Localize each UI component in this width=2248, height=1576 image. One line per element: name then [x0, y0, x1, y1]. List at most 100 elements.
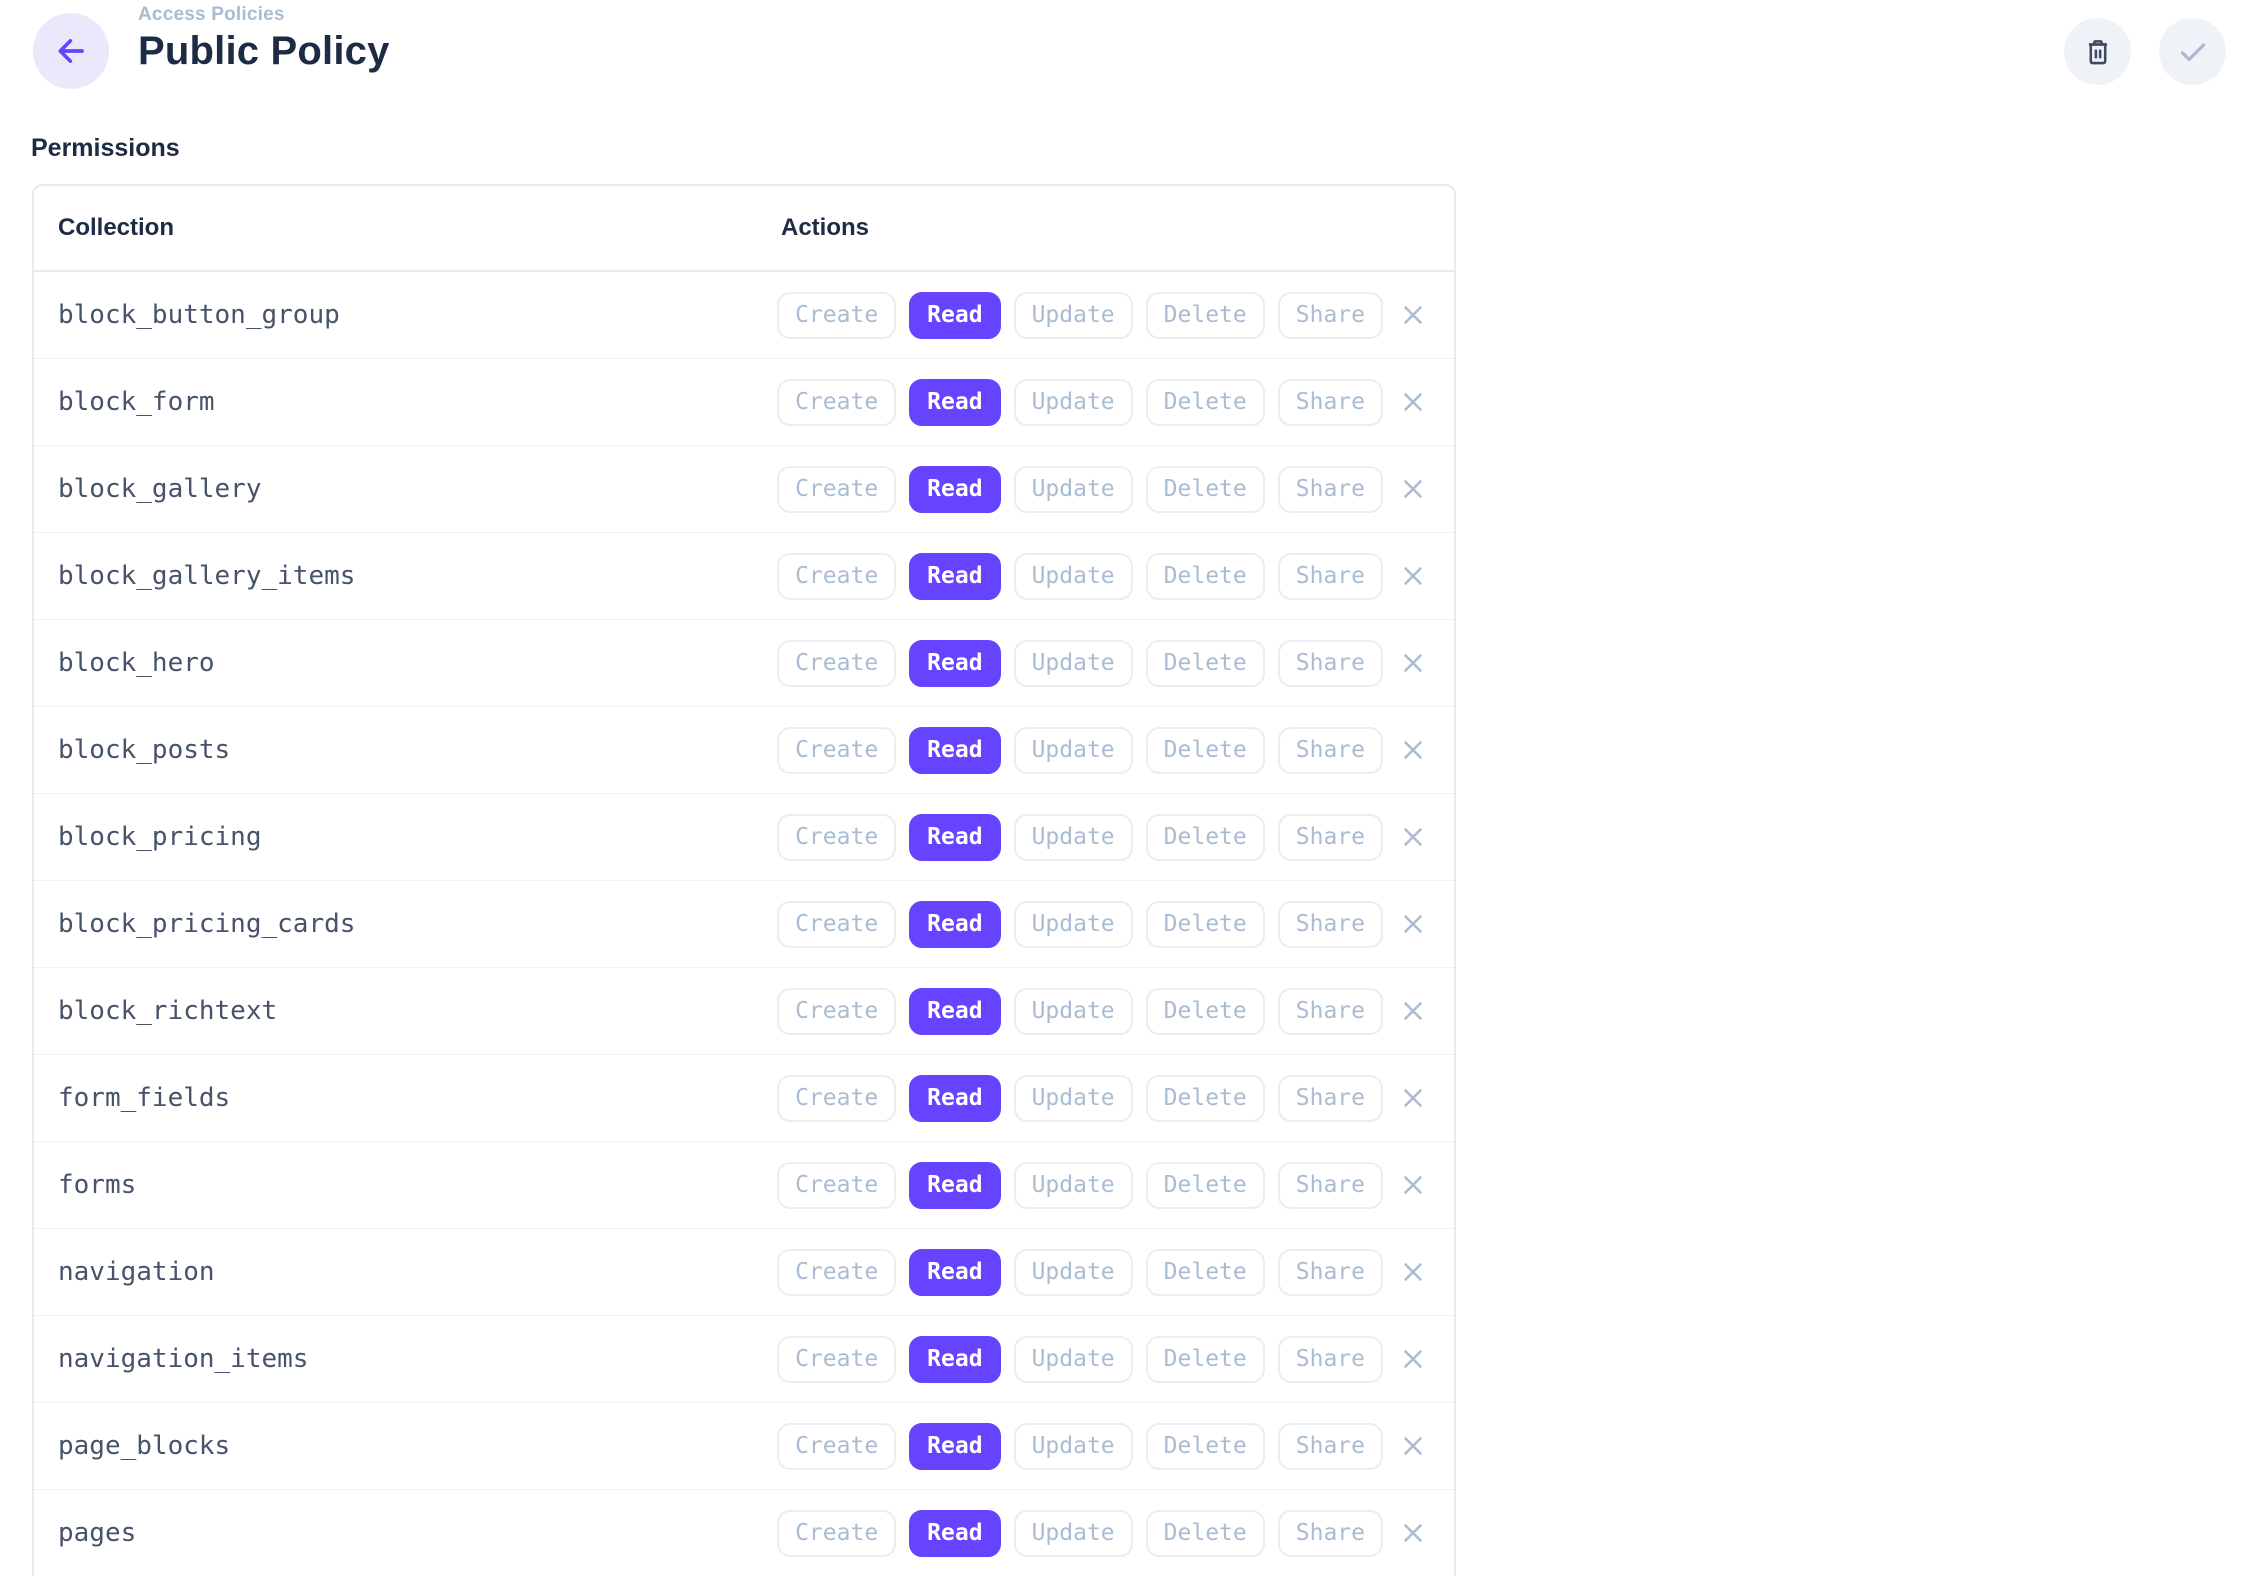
action-button-create[interactable]: Create: [777, 988, 896, 1035]
remove-permission-button[interactable]: [1396, 298, 1430, 332]
actions-cell: Create Read Update Delete Share: [777, 988, 1454, 1035]
remove-permission-button[interactable]: [1396, 733, 1430, 767]
remove-permission-button[interactable]: [1396, 820, 1430, 854]
action-button-update[interactable]: Update: [1014, 466, 1133, 513]
action-button-share[interactable]: Share: [1278, 640, 1383, 687]
remove-permission-button[interactable]: [1396, 1168, 1430, 1202]
action-button-update[interactable]: Update: [1014, 1423, 1133, 1470]
collection-name: forms: [34, 1170, 777, 1200]
action-button-create[interactable]: Create: [777, 814, 896, 861]
action-button-create[interactable]: Create: [777, 640, 896, 687]
table-row: block_form CreateReadUpdateDeleteShare: [34, 359, 1454, 446]
action-button-read[interactable]: Read: [909, 988, 1000, 1035]
breadcrumb[interactable]: Access Policies: [138, 4, 390, 26]
action-button-update[interactable]: Update: [1014, 553, 1133, 600]
action-button-read[interactable]: Read: [909, 727, 1000, 774]
action-button-share[interactable]: Share: [1278, 1336, 1383, 1383]
action-button-update[interactable]: Update: [1014, 901, 1133, 948]
action-button-delete[interactable]: Delete: [1146, 1423, 1265, 1470]
back-button[interactable]: [33, 13, 109, 89]
action-button-create[interactable]: Create: [777, 1336, 896, 1383]
close-icon: [1398, 1344, 1428, 1374]
action-button-share[interactable]: Share: [1278, 814, 1383, 861]
remove-permission-button[interactable]: [1396, 385, 1430, 419]
remove-permission-button[interactable]: [1396, 559, 1430, 593]
action-button-create[interactable]: Create: [777, 466, 896, 513]
action-button-read[interactable]: Read: [909, 466, 1000, 513]
action-button-share[interactable]: Share: [1278, 988, 1383, 1035]
action-button-delete[interactable]: Delete: [1146, 1336, 1265, 1383]
remove-permission-button[interactable]: [1396, 907, 1430, 941]
action-button-read[interactable]: Read: [909, 1075, 1000, 1122]
save-button[interactable]: [2159, 18, 2226, 85]
remove-permission-button[interactable]: [1396, 994, 1430, 1028]
remove-permission-button[interactable]: [1396, 1429, 1430, 1463]
action-button-update[interactable]: Update: [1014, 1510, 1133, 1557]
action-button-delete[interactable]: Delete: [1146, 1249, 1265, 1296]
action-button-delete[interactable]: Delete: [1146, 640, 1265, 687]
action-button-delete[interactable]: Delete: [1146, 988, 1265, 1035]
action-button-read[interactable]: Read: [909, 1423, 1000, 1470]
delete-policy-button[interactable]: [2064, 18, 2131, 85]
action-button-delete[interactable]: Delete: [1146, 292, 1265, 339]
action-button-share[interactable]: Share: [1278, 1075, 1383, 1122]
action-button-read[interactable]: Read: [909, 814, 1000, 861]
action-button-create[interactable]: Create: [777, 1423, 896, 1470]
action-button-read[interactable]: Read: [909, 1249, 1000, 1296]
action-button-create[interactable]: Create: [777, 727, 896, 774]
action-button-create[interactable]: Create: [777, 1075, 896, 1122]
action-button-create[interactable]: Create: [777, 379, 896, 426]
action-button-share[interactable]: Share: [1278, 553, 1383, 600]
action-button-create[interactable]: Create: [777, 292, 896, 339]
action-button-update[interactable]: Update: [1014, 292, 1133, 339]
action-button-update[interactable]: Update: [1014, 1249, 1133, 1296]
remove-permission-button[interactable]: [1396, 472, 1430, 506]
action-button-delete[interactable]: Delete: [1146, 1075, 1265, 1122]
action-button-read[interactable]: Read: [909, 1510, 1000, 1557]
action-button-update[interactable]: Update: [1014, 640, 1133, 687]
action-button-share[interactable]: Share: [1278, 1423, 1383, 1470]
action-button-create[interactable]: Create: [777, 1249, 896, 1296]
action-button-update[interactable]: Update: [1014, 379, 1133, 426]
action-button-read[interactable]: Read: [909, 553, 1000, 600]
action-button-read[interactable]: Read: [909, 1336, 1000, 1383]
action-button-delete[interactable]: Delete: [1146, 901, 1265, 948]
action-button-update[interactable]: Update: [1014, 727, 1133, 774]
action-button-delete[interactable]: Delete: [1146, 727, 1265, 774]
action-button-share[interactable]: Share: [1278, 1162, 1383, 1209]
action-button-share[interactable]: Share: [1278, 727, 1383, 774]
action-button-update[interactable]: Update: [1014, 988, 1133, 1035]
action-button-create[interactable]: Create: [777, 1162, 896, 1209]
action-button-create[interactable]: Create: [777, 553, 896, 600]
action-button-read[interactable]: Read: [909, 292, 1000, 339]
action-button-update[interactable]: Update: [1014, 1336, 1133, 1383]
remove-permission-button[interactable]: [1396, 1516, 1430, 1550]
action-button-delete[interactable]: Delete: [1146, 1510, 1265, 1557]
action-button-share[interactable]: Share: [1278, 292, 1383, 339]
remove-permission-button[interactable]: [1396, 1342, 1430, 1376]
action-button-read[interactable]: Read: [909, 640, 1000, 687]
action-button-delete[interactable]: Delete: [1146, 379, 1265, 426]
action-button-read[interactable]: Read: [909, 379, 1000, 426]
actions-cell: Create Read Update Delete Share: [777, 814, 1454, 861]
action-button-delete[interactable]: Delete: [1146, 553, 1265, 600]
action-button-delete[interactable]: Delete: [1146, 814, 1265, 861]
action-button-update[interactable]: Update: [1014, 1075, 1133, 1122]
action-button-share[interactable]: Share: [1278, 1510, 1383, 1557]
remove-permission-button[interactable]: [1396, 646, 1430, 680]
action-button-read[interactable]: Read: [909, 901, 1000, 948]
action-button-update[interactable]: Update: [1014, 1162, 1133, 1209]
action-button-share[interactable]: Share: [1278, 1249, 1383, 1296]
remove-permission-button[interactable]: [1396, 1081, 1430, 1115]
remove-permission-button[interactable]: [1396, 1255, 1430, 1289]
action-button-share[interactable]: Share: [1278, 466, 1383, 513]
action-button-create[interactable]: Create: [777, 1510, 896, 1557]
collection-name: block_richtext: [34, 996, 777, 1026]
action-button-delete[interactable]: Delete: [1146, 1162, 1265, 1209]
action-button-update[interactable]: Update: [1014, 814, 1133, 861]
action-button-create[interactable]: Create: [777, 901, 896, 948]
action-button-delete[interactable]: Delete: [1146, 466, 1265, 513]
action-button-share[interactable]: Share: [1278, 379, 1383, 426]
action-button-share[interactable]: Share: [1278, 901, 1383, 948]
action-button-read[interactable]: Read: [909, 1162, 1000, 1209]
